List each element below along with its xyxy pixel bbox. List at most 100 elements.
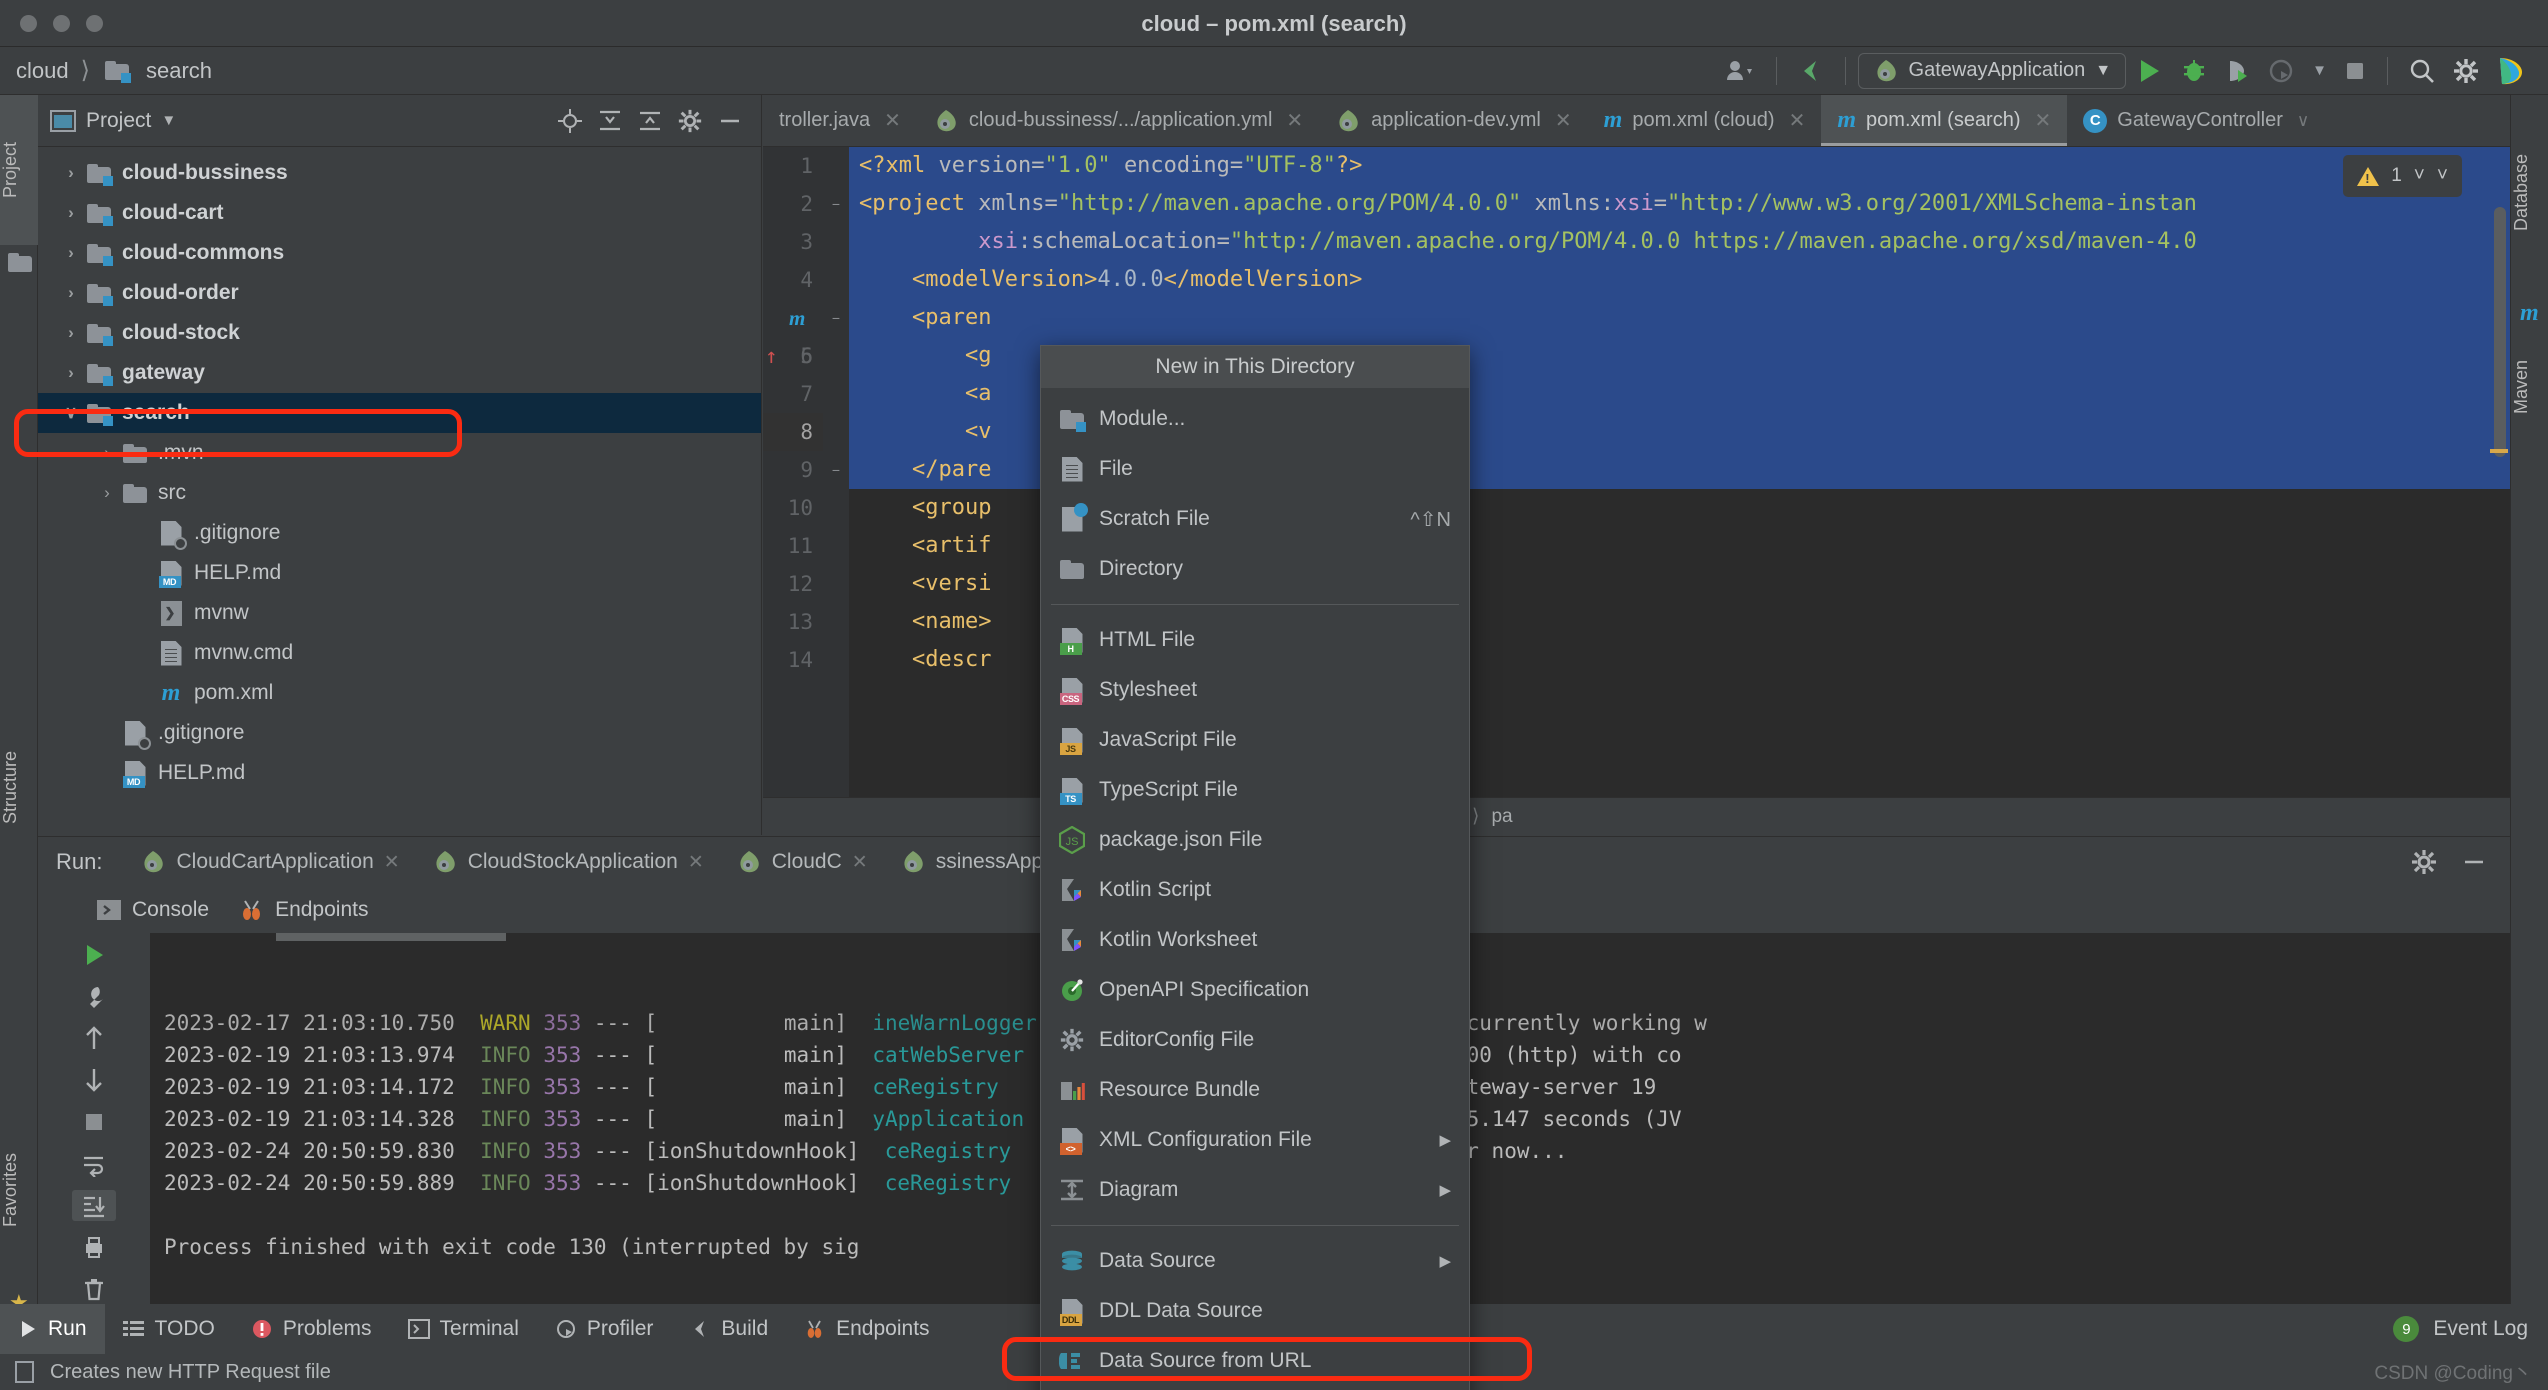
code-line[interactable]: <modelVersion>4.0.0</modelVersion> xyxy=(849,261,2510,299)
tree-item-search[interactable]: ∨ search xyxy=(38,393,761,433)
menu-item-data-source-from-path[interactable]: Data Source from Path xyxy=(1041,1386,1469,1390)
profile-icon[interactable] xyxy=(2260,51,2304,91)
code-line[interactable]: <paren xyxy=(849,299,2510,337)
menu-item-data-source-from-url[interactable]: Data Source from URL xyxy=(1041,1336,1469,1386)
editor-scrollbar[interactable] xyxy=(2494,207,2506,457)
select-opened-file-icon[interactable] xyxy=(557,108,583,134)
tree-item-help-md[interactable]: MD HELP.md xyxy=(38,553,761,593)
sidebar-item-maven[interactable]: Maven xyxy=(2511,327,2548,447)
delete-icon[interactable] xyxy=(72,1273,116,1305)
tree-item-gateway[interactable]: › gateway xyxy=(38,353,761,393)
tree-item-mvnw-cmd[interactable]: mvnw.cmd xyxy=(38,633,761,673)
sidebar-item-favorites[interactable]: Favorites xyxy=(0,1095,38,1285)
editor-tab-cloud-bussiness-application-yml[interactable]: cloud-bussiness/.../application.yml ✕ xyxy=(917,95,1319,146)
collapse-all-icon[interactable] xyxy=(637,108,663,134)
menu-item-resource-bundle[interactable]: Resource Bundle xyxy=(1041,1065,1469,1115)
tree-item--gitignore[interactable]: .gitignore xyxy=(38,513,761,553)
close-tab-icon[interactable]: ✕ xyxy=(1286,108,1303,133)
search-everywhere-icon[interactable] xyxy=(2400,51,2444,91)
sidebar-item-project[interactable]: Project xyxy=(0,95,38,245)
run-tab-cloudcartapplication[interactable]: CloudCartApplication ✕ xyxy=(124,837,415,887)
editor-fold-column[interactable]: − − − xyxy=(823,147,849,797)
soft-wrap-icon[interactable] xyxy=(72,1148,116,1180)
tree-item-cloud-bussiness[interactable]: › cloud-bussiness xyxy=(38,153,761,193)
stop-square-icon[interactable] xyxy=(72,1106,116,1138)
ide-logo-icon[interactable] xyxy=(2488,51,2532,91)
previous-problem-icon[interactable]: ˅ xyxy=(2414,165,2425,187)
expand-all-icon[interactable] xyxy=(597,108,623,134)
status-item-build[interactable]: Build xyxy=(671,1304,786,1354)
breadcrumb-item-cloud[interactable]: cloud xyxy=(16,58,69,84)
run-tab-cloudstockapplication[interactable]: CloudStockApplication ✕ xyxy=(416,837,720,887)
menu-item-module[interactable]: Module... xyxy=(1041,394,1469,444)
chevron-right-icon[interactable]: › xyxy=(94,483,120,503)
run-with-coverage-icon[interactable] xyxy=(2216,51,2260,91)
code-line[interactable]: <?xml version="1.0" encoding="UTF-8"?> xyxy=(849,147,2510,185)
up-icon[interactable] xyxy=(72,1023,116,1055)
code-line[interactable]: <project xmlns="http://maven.apache.org/… xyxy=(849,185,2510,223)
menu-item-data-source[interactable]: Data Source ▶ xyxy=(1041,1236,1469,1286)
menu-item-stylesheet[interactable]: CSS Stylesheet xyxy=(1041,665,1469,715)
tab-endpoints[interactable]: Endpoints xyxy=(239,898,368,922)
chevron-right-icon[interactable]: › xyxy=(58,363,84,383)
debug-icon[interactable] xyxy=(2172,51,2216,91)
fold-marker-icon[interactable]: − xyxy=(823,299,849,337)
new-file-context-menu[interactable]: New in This Directory Module... File Scrat… xyxy=(1040,345,1470,1390)
menu-item-editorconfig-file[interactable]: EditorConfig File xyxy=(1041,1015,1469,1065)
breadcrumb-item-search[interactable]: search xyxy=(146,58,212,84)
tree-item-cloud-commons[interactable]: › cloud-commons xyxy=(38,233,761,273)
status-item-todo[interactable]: TODO xyxy=(105,1304,233,1354)
fold-marker-icon[interactable]: − xyxy=(823,185,849,223)
chevron-right-icon[interactable]: › xyxy=(58,243,84,263)
close-tab-icon[interactable]: ✕ xyxy=(688,851,704,874)
close-tab-icon[interactable]: ✕ xyxy=(1789,108,1806,133)
stop-icon[interactable] xyxy=(2335,51,2375,91)
tree-item-cloud-order[interactable]: › cloud-order xyxy=(38,273,761,313)
menu-item-kotlin-script[interactable]: Kotlin Script xyxy=(1041,865,1469,915)
menu-item-kotlin-worksheet[interactable]: Kotlin Worksheet xyxy=(1041,915,1469,965)
hide-panel-icon[interactable] xyxy=(717,108,743,134)
code-line[interactable]: xsi:schemaLocation="http://maven.apache.… xyxy=(849,223,2510,261)
close-tab-icon[interactable]: ✕ xyxy=(2035,108,2052,133)
console-toolbar[interactable] xyxy=(38,933,150,1305)
tree-item--gitignore[interactable]: .gitignore xyxy=(38,713,761,753)
settings-icon[interactable] xyxy=(2444,51,2488,91)
tab-console[interactable]: Console xyxy=(96,898,209,922)
editor-tab-pom-xml-search-[interactable]: m pom.xml (search) ✕ xyxy=(1821,95,2068,146)
tree-item-cloud-cart[interactable]: › cloud-cart xyxy=(38,193,761,233)
chevron-right-icon[interactable]: › xyxy=(58,283,84,303)
user-icon[interactable] xyxy=(1718,51,1764,91)
gear-icon[interactable] xyxy=(2410,848,2438,876)
chevron-down-icon[interactable]: ∨ xyxy=(2297,111,2309,131)
chevron-down-icon[interactable]: ∨ xyxy=(58,403,84,423)
menu-item-typescript-file[interactable]: TS TypeScript File xyxy=(1041,765,1469,815)
status-item-run[interactable]: Run xyxy=(0,1304,105,1354)
chevron-down-icon[interactable]: ▼ xyxy=(161,112,176,129)
chevron-down-icon[interactable]: ▼ xyxy=(2095,62,2111,80)
code-editor[interactable]: 1 2 3 4 m ↑ 5 6 7 8 9 10 11 12 13 14 − − − <?xml version=… xyxy=(763,147,2510,797)
chevron-right-icon[interactable]: › xyxy=(94,443,120,463)
menu-item-directory[interactable]: Directory xyxy=(1041,544,1469,594)
editor-tab-application-dev-yml[interactable]: application-dev.yml ✕ xyxy=(1319,95,1587,146)
status-item-endpoints[interactable]: Endpoints xyxy=(786,1304,947,1354)
menu-item-xml-configuration-file[interactable]: <> XML Configuration File ▶ xyxy=(1041,1115,1469,1165)
console-scrollbar[interactable] xyxy=(276,933,506,941)
gear-icon[interactable] xyxy=(677,108,703,134)
inspection-widget[interactable]: 1 ˅ ˅ xyxy=(2343,155,2462,197)
status-item-profiler[interactable]: Profiler xyxy=(537,1304,672,1354)
menu-item-ddl-data-source[interactable]: DDL DDL Data Source xyxy=(1041,1286,1469,1336)
editor-tab-pom-xml-cloud-[interactable]: m pom.xml (cloud) ✕ xyxy=(1588,95,1822,146)
scroll-to-end-icon[interactable] xyxy=(72,1189,116,1222)
close-tab-icon[interactable]: ✕ xyxy=(884,108,901,133)
menu-item-scratch-file[interactable]: Scratch File ^⇧N xyxy=(1041,494,1469,544)
chevron-right-icon[interactable]: › xyxy=(58,163,84,183)
status-item-problems[interactable]: Problems xyxy=(233,1304,390,1354)
project-tree[interactable]: › cloud-bussiness › cloud-cart › cloud-common… xyxy=(38,147,761,793)
chevron-right-icon[interactable]: › xyxy=(58,203,84,223)
run-configuration-selector[interactable]: GatewayApplication ▼ xyxy=(1857,52,2127,89)
status-item-terminal[interactable]: Terminal xyxy=(390,1304,537,1354)
tree-item-mvnw[interactable]: ❯ mvnw xyxy=(38,593,761,633)
editor-tab-gatewaycontroller[interactable]: C GatewayController ∨ xyxy=(2067,95,2325,146)
tree-item-src[interactable]: › src xyxy=(38,473,761,513)
next-problem-icon[interactable]: ˅ xyxy=(2437,165,2448,187)
